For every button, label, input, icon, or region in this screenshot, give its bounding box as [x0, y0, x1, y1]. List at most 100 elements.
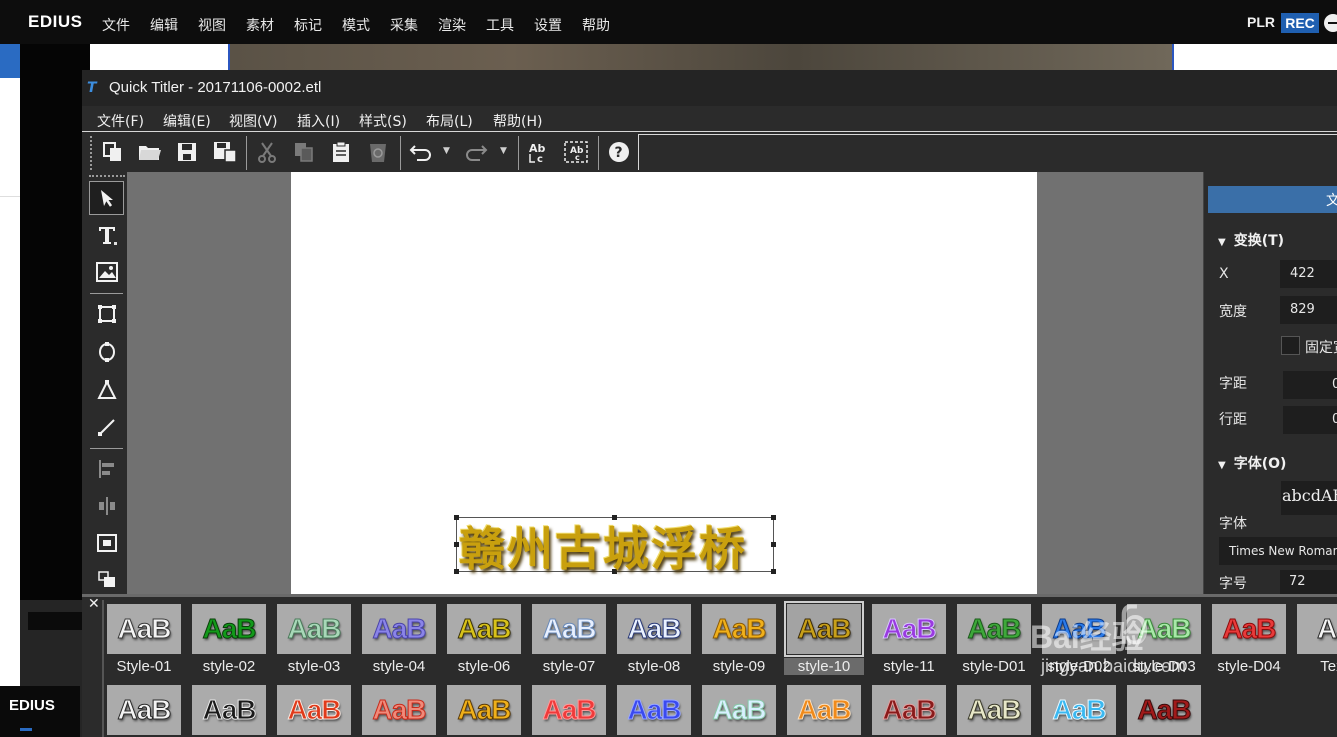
style-swatch[interactable]: AaB — [872, 604, 946, 654]
minimize-icon[interactable] — [1324, 14, 1337, 32]
palette-grip[interactable] — [89, 175, 125, 177]
ellipse-tool-icon[interactable] — [89, 335, 124, 369]
center-object-icon[interactable] — [89, 526, 124, 560]
paste-icon[interactable] — [327, 138, 355, 166]
title-text-object[interactable]: 赣州古城浮桥 — [459, 513, 747, 579]
style-swatch[interactable]: AaB — [447, 604, 521, 654]
char-spacing-field[interactable]: 0 — [1283, 371, 1337, 399]
line-tool-icon[interactable] — [89, 410, 124, 444]
style-swatch[interactable]: AaB — [362, 604, 436, 654]
style-swatch[interactable]: AaB — [957, 685, 1031, 735]
edius-logo: EDIUS — [28, 12, 83, 31]
style-swatch[interactable]: AaB — [617, 685, 691, 735]
edius-menu-render[interactable]: 渲染 — [438, 15, 466, 35]
menu-help[interactable]: 帮助(H) — [493, 111, 542, 131]
undo-icon[interactable] — [407, 138, 435, 166]
edius-menu-capture[interactable]: 采集 — [390, 15, 418, 35]
edius-menu-edit[interactable]: 编辑 — [150, 15, 178, 35]
redo-dropdown-icon[interactable]: ▼ — [500, 146, 507, 156]
font-section-header[interactable]: ▼ 字体(O) — [1218, 453, 1286, 473]
style-swatch[interactable]: AaB — [702, 685, 776, 735]
x-field[interactable]: 422 — [1280, 260, 1337, 288]
resize-handle-tr[interactable] — [771, 515, 776, 520]
properties-tab-label: 文 — [1326, 193, 1337, 209]
menu-style[interactable]: 样式(S) — [359, 111, 407, 131]
style-swatch[interactable]: AaB — [957, 604, 1031, 654]
menu-view[interactable]: 视图(V) — [229, 111, 278, 131]
select-tool-icon[interactable] — [89, 181, 124, 215]
new-file-icon[interactable] — [99, 138, 127, 166]
style-swatch[interactable]: AaB — [617, 604, 691, 654]
save-as-icon[interactable] — [211, 138, 239, 166]
help-icon[interactable]: ? — [605, 138, 633, 166]
edius-menu-file[interactable]: 文件 — [102, 15, 130, 35]
plr-button[interactable]: PLR — [1247, 14, 1275, 30]
edius-menu-view[interactable]: 视图 — [198, 15, 226, 35]
style-swatch[interactable]: AaB — [362, 685, 436, 735]
edius-menu-mode[interactable]: 模式 — [342, 15, 370, 35]
size-field[interactable]: 72 — [1280, 570, 1337, 594]
style-label: style-10 — [784, 658, 864, 675]
line-spacing-field[interactable]: 0 — [1283, 406, 1337, 434]
style-swatch[interactable]: AaB — [447, 685, 521, 735]
resize-handle-br[interactable] — [771, 569, 776, 574]
watermark-site: jingyan.baidu.com — [1041, 656, 1187, 676]
menu-edit[interactable]: 编辑(E) — [163, 111, 211, 131]
delete-icon[interactable] — [364, 138, 392, 166]
spell-check-icon[interactable]: Ab c — [526, 138, 554, 166]
style-swatch[interactable]: AaB — [702, 604, 776, 654]
menu-insert[interactable]: 插入(I) — [297, 111, 340, 131]
font-label: 字体 — [1219, 516, 1247, 532]
toolbar-grip[interactable] — [90, 136, 94, 170]
open-folder-icon[interactable] — [136, 138, 164, 166]
text-tool-icon[interactable] — [89, 218, 124, 252]
align-center-icon[interactable] — [89, 489, 124, 523]
arrange-icon[interactable] — [89, 563, 124, 597]
undo-dropdown-icon[interactable]: ▼ — [443, 146, 450, 156]
edius-menu-settings[interactable]: 设置 — [534, 15, 562, 35]
edius-menu-marker[interactable]: 标记 — [294, 15, 322, 35]
width-field[interactable]: 829 — [1280, 296, 1337, 324]
resize-handle-r[interactable] — [771, 542, 776, 547]
image-tool-icon[interactable] — [89, 255, 124, 289]
edius-menu-clip[interactable]: 素材 — [246, 15, 274, 35]
style-label: Style-01 — [116, 658, 172, 675]
svg-text:c: c — [537, 154, 543, 164]
menu-file[interactable]: 文件(F) — [97, 111, 144, 131]
style-swatch[interactable]: AaB — [532, 604, 606, 654]
copy-icon[interactable] — [290, 138, 318, 166]
triangle-tool-icon[interactable] — [89, 373, 124, 407]
save-icon[interactable] — [173, 138, 201, 166]
style-swatch[interactable]: AaB — [532, 685, 606, 735]
properties-tab[interactable]: 文 — [1208, 186, 1337, 213]
font-name-select[interactable]: Times New Roman — [1219, 537, 1337, 565]
align-left-icon[interactable] — [89, 452, 124, 486]
style-swatch[interactable]: AaB — [1212, 604, 1286, 654]
style-swatch[interactable]: AaB — [1042, 685, 1116, 735]
style-swatch[interactable]: AaB — [107, 604, 181, 654]
style-label: Text — [1320, 658, 1337, 675]
text-replace-icon[interactable]: Ab c — [562, 138, 590, 166]
style-swatch[interactable]: AaB — [1127, 685, 1201, 735]
style-swatch[interactable]: Aa — [1297, 604, 1337, 654]
cut-icon[interactable] — [253, 138, 281, 166]
style-swatch[interactable]: AaB — [872, 685, 946, 735]
style-swatch[interactable]: AaB — [192, 604, 266, 654]
toolbar-separator — [246, 136, 247, 170]
rectangle-tool-icon[interactable] — [89, 297, 124, 331]
redo-icon[interactable] — [462, 138, 490, 166]
toolbar-separator — [598, 136, 599, 170]
style-swatch[interactable]: AaB — [277, 685, 351, 735]
transform-section-header[interactable]: ▼ 变换(T) — [1218, 230, 1284, 250]
style-swatch[interactable]: AaB — [192, 685, 266, 735]
style-swatch[interactable]: AaB — [107, 685, 181, 735]
fixed-width-checkbox[interactable] — [1281, 336, 1300, 355]
rec-button[interactable]: REC — [1281, 13, 1319, 33]
style-swatch[interactable]: AaB — [784, 601, 864, 657]
style-swatch[interactable]: AaB — [277, 604, 351, 654]
menu-layout[interactable]: 布局(L) — [426, 111, 473, 131]
style-swatch[interactable]: AaB — [787, 685, 861, 735]
close-icon[interactable]: ✕ — [88, 596, 100, 612]
edius-menu-help[interactable]: 帮助 — [582, 15, 610, 35]
edius-menu-tools[interactable]: 工具 — [486, 15, 514, 35]
